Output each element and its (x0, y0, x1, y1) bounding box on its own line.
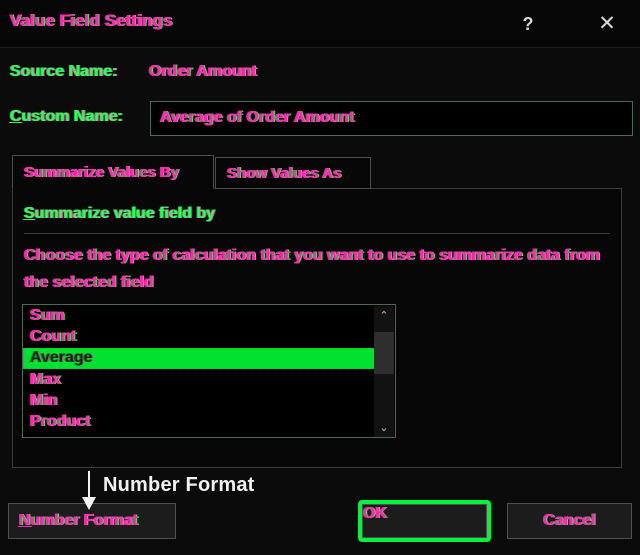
list-item[interactable]: Min (24, 391, 375, 412)
panel-heading-accel-char: S (24, 205, 35, 222)
custom-name-label-rest: ustom Name: (21, 108, 123, 125)
ok-button-highlight: OK (358, 500, 491, 542)
source-name-value: Order Amount (149, 63, 257, 80)
tab-show-values-as[interactable]: Show Values As (215, 157, 371, 189)
summarize-function-listbox[interactable]: Sum Count Average Max Min Product ⌃ ⌄ (22, 304, 396, 438)
number-format-label-rest: umber Format (30, 512, 139, 529)
tab-summarize-values-by-label: Summarize Values By (24, 164, 180, 181)
annotation-arrow-icon (82, 471, 96, 511)
ok-button[interactable]: OK (362, 504, 487, 538)
annotation-arrow-head (82, 497, 96, 510)
listbox-scrollbar[interactable]: ⌃ ⌄ (374, 306, 394, 437)
scroll-down-arrow-icon[interactable]: ⌄ (374, 418, 394, 437)
cancel-button[interactable]: Cancel (507, 503, 632, 539)
list-item-label: Average (30, 349, 93, 366)
panel-heading: Summarize value field by (24, 205, 215, 223)
panel-divider (24, 233, 610, 234)
annotation-label: Number Format (103, 474, 255, 496)
title-bar: Value Field Settings ? ✕ (0, 0, 640, 48)
list-item-selected[interactable]: Average (23, 348, 376, 369)
panel-description: Choose the type of calculation that you … (24, 247, 601, 291)
custom-name-input-value: Average of Order Amount (160, 109, 355, 126)
close-icon[interactable]: ✕ (590, 8, 624, 40)
scrollbar-thumb[interactable] (374, 332, 394, 374)
tab-show-values-as-label: Show Values As (227, 165, 342, 182)
help-icon[interactable]: ? (511, 8, 545, 40)
custom-name-accel-char: C (10, 108, 22, 125)
list-item-label: Min (30, 392, 58, 409)
scroll-up-arrow-icon[interactable]: ⌃ (374, 306, 394, 326)
summarize-values-by-panel: Summarize value field by Choose the type… (12, 188, 622, 468)
custom-name-input[interactable]: Average of Order Amount (150, 101, 633, 136)
annotation-arrow-shaft (88, 471, 90, 499)
list-item[interactable]: Count (24, 327, 375, 348)
list-item-label: Sum (30, 307, 65, 324)
custom-name-label: Custom Name: (10, 108, 123, 126)
cancel-button-label: Cancel (543, 512, 596, 529)
ok-button-label: OK (363, 505, 387, 522)
list-item[interactable]: Product (24, 412, 375, 433)
tab-summarize-values-by[interactable]: Summarize Values By (12, 155, 214, 189)
list-item-label: Count (30, 328, 77, 345)
list-item[interactable]: Sum (24, 306, 375, 327)
source-name-label: Source Name: (10, 63, 118, 80)
list-item-label: Product (30, 413, 91, 430)
value-field-settings-dialog: Value Field Settings ? ✕ Source Name: Or… (0, 0, 640, 555)
panel-heading-rest: ummarize value field by (34, 205, 216, 222)
list-item-label: Max (30, 371, 62, 388)
dialog-title: Value Field Settings (10, 11, 173, 30)
number-format-accel-char: N (19, 512, 31, 529)
number-format-button-label: Number Format (19, 512, 175, 530)
list-item[interactable]: Max (24, 370, 375, 391)
